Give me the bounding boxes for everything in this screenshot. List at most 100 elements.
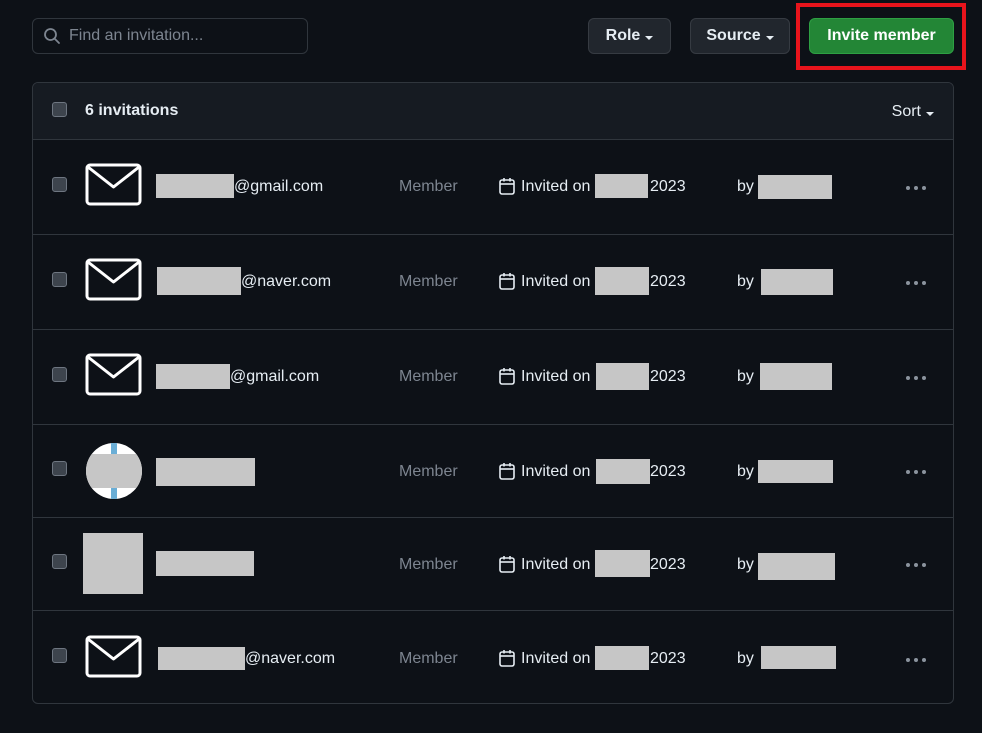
row-actions-button[interactable] [906,470,926,474]
row-checkbox[interactable] [52,648,67,663]
by-label: by [737,556,754,573]
caret-down-icon [926,111,934,116]
invited-on-label: Invited on [521,463,591,480]
by-label: by [737,463,754,480]
by-label: by [737,273,754,290]
sort-button[interactable]: Sort [892,103,934,121]
invitation-count: 6 invitations [85,102,179,119]
row-actions-button[interactable] [906,186,926,190]
select-all-checkbox[interactable] [52,102,67,117]
row-checkbox[interactable] [52,461,67,476]
redacted-date [595,646,649,670]
by-label: by [737,368,754,385]
user-avatar [86,443,142,499]
mail-icon [85,353,142,396]
mail-icon [85,258,142,301]
redacted-date [595,267,649,295]
redacted-avatar [86,454,142,488]
dot [922,281,926,285]
dot [922,376,926,380]
redacted-username [156,458,255,486]
sort-label: Sort [891,103,921,120]
row-actions-button[interactable] [906,658,926,662]
search-input[interactable] [69,27,289,45]
role-label: Member [399,556,458,573]
invited-on-label: Invited on [521,368,591,385]
redacted-inviter [758,460,833,483]
role-label: Member [399,463,458,480]
role-label: Member [399,178,458,195]
redacted-email-name [158,647,245,670]
redacted-inviter [761,646,836,669]
dot [914,563,918,567]
invite-member-label: Invite member [827,27,936,44]
row-actions-button[interactable] [906,376,926,380]
role-filter-label: Role [605,27,641,44]
row-checkbox[interactable] [52,272,67,287]
role-label: Member [399,368,458,385]
redacted-date [595,174,648,198]
invited-year: 2023 [650,273,686,290]
invitation-row: @naver.com Member Invited on 2023 by [33,235,953,330]
invited-year: 2023 [650,178,686,195]
invitation-row: @gmail.com Member Invited on 2023 by [33,140,953,235]
redacted-date [596,459,650,484]
row-checkbox[interactable] [52,554,67,569]
dot [906,376,910,380]
invitation-row: Member Invited on 2023 by [33,425,953,518]
row-checkbox[interactable] [52,367,67,382]
invited-year: 2023 [650,368,686,385]
dot [906,281,910,285]
dot [914,186,918,190]
invited-on-label: Invited on [521,556,591,573]
calendar-icon [499,650,515,667]
dot [922,470,926,474]
row-checkbox[interactable] [52,177,67,192]
search-field[interactable] [32,18,308,54]
invited-year: 2023 [650,650,686,667]
invited-on-label: Invited on [521,273,591,290]
dot [914,281,918,285]
invitation-row: Member Invited on 2023 by [33,518,953,611]
redacted-inviter [760,363,832,390]
redacted-inviter [758,553,835,580]
redacted-date [596,363,649,390]
dot [906,563,910,567]
redacted-email-name [156,364,230,389]
calendar-icon [499,556,515,573]
invited-year: 2023 [650,463,686,480]
calendar-icon [499,368,515,385]
calendar-icon [499,273,515,290]
redacted-inviter [758,175,832,199]
dot [922,563,926,567]
list-header: 6 invitations Sort [33,83,953,140]
role-filter-button[interactable]: Role [588,18,671,54]
dot [914,376,918,380]
mail-icon [85,163,142,206]
calendar-icon [499,463,515,480]
redacted-username [156,551,254,576]
row-actions-button[interactable] [906,563,926,567]
email-domain: @naver.com [245,650,336,667]
dot [914,470,918,474]
caret-down-icon [765,35,774,40]
invited-on-label: Invited on [521,650,591,667]
by-label: by [737,650,754,667]
dot [914,658,918,662]
role-label: Member [399,650,458,667]
caret-down-icon [645,35,654,40]
row-actions-button[interactable] [906,281,926,285]
mail-icon [85,635,142,678]
invite-member-button[interactable]: Invite member [809,18,954,54]
invitation-row: @gmail.com Member Invited on 2023 by [33,330,953,425]
source-filter-button[interactable]: Source [690,18,790,54]
by-label: by [737,178,754,195]
dot [906,658,910,662]
redacted-date [595,550,650,577]
dot [922,186,926,190]
redacted-email-name [156,174,234,198]
role-label: Member [399,273,458,290]
user-avatar [83,533,143,594]
search-icon [44,28,60,44]
redacted-email-name [157,267,241,295]
